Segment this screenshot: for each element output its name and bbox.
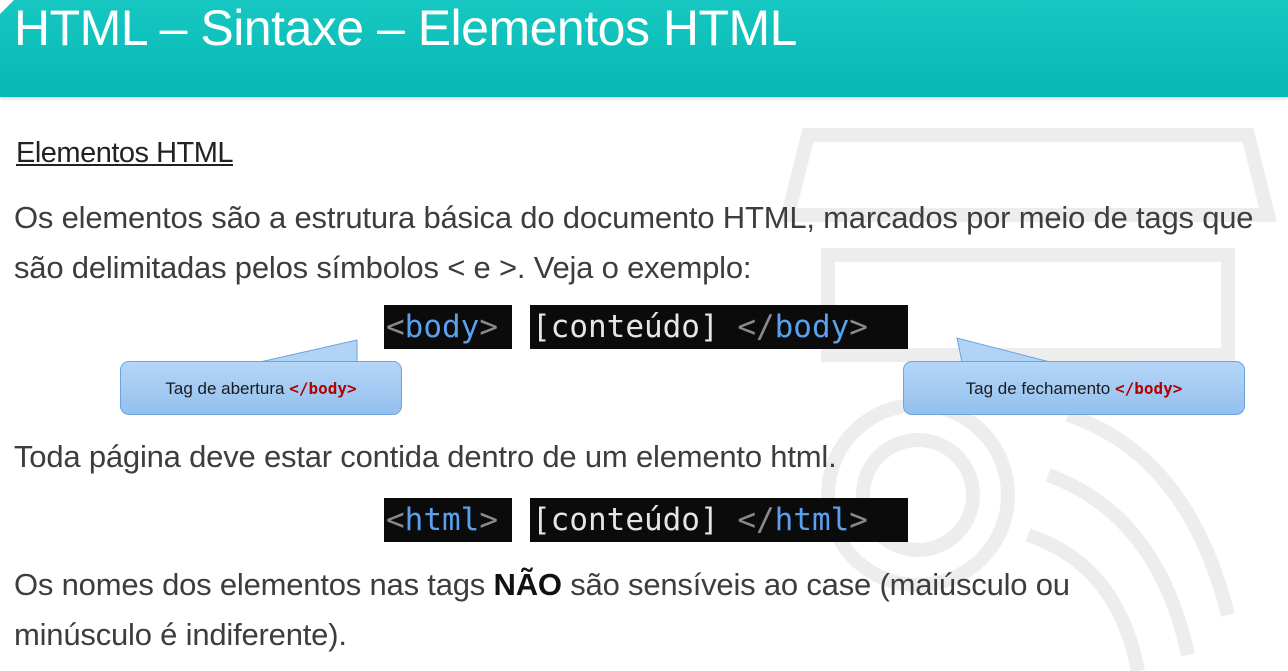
code-opening-tag-body: <body>	[384, 305, 512, 349]
code-opening-tag-html: <html>	[384, 498, 512, 542]
slide-title: HTML – Sintaxe – Elementos HTML	[14, 0, 797, 56]
intro-paragraph: Os elementos são a estrutura básica do d…	[14, 200, 1254, 285]
slide-header: HTML – Sintaxe – Elementos HTML	[0, 0, 1288, 97]
case-sensitivity-paragraph: Os nomes dos elementos nas tags NÃO são …	[14, 567, 1070, 652]
callout-closing-label: Tag de fechamento	[965, 379, 1115, 398]
emphasis-nao: NÃO	[493, 567, 562, 602]
callout-closing-code: </body>	[1114, 379, 1183, 398]
callout-opening-tag: Tag de abertura </body>	[120, 361, 402, 415]
code-content-closing-body: [conteúdo] </body>	[530, 305, 908, 349]
callout-opening-label: Tag de abertura	[165, 379, 290, 398]
callout-opening-code: </body>	[289, 379, 357, 398]
html-container-paragraph: Toda página deve estar contida dentro de…	[14, 439, 837, 474]
section-heading: Elementos HTML	[16, 137, 234, 169]
code-content-closing-html: [conteúdo] </html>	[530, 498, 908, 542]
callout-closing-tag: Tag de fechamento </body>	[903, 361, 1245, 415]
